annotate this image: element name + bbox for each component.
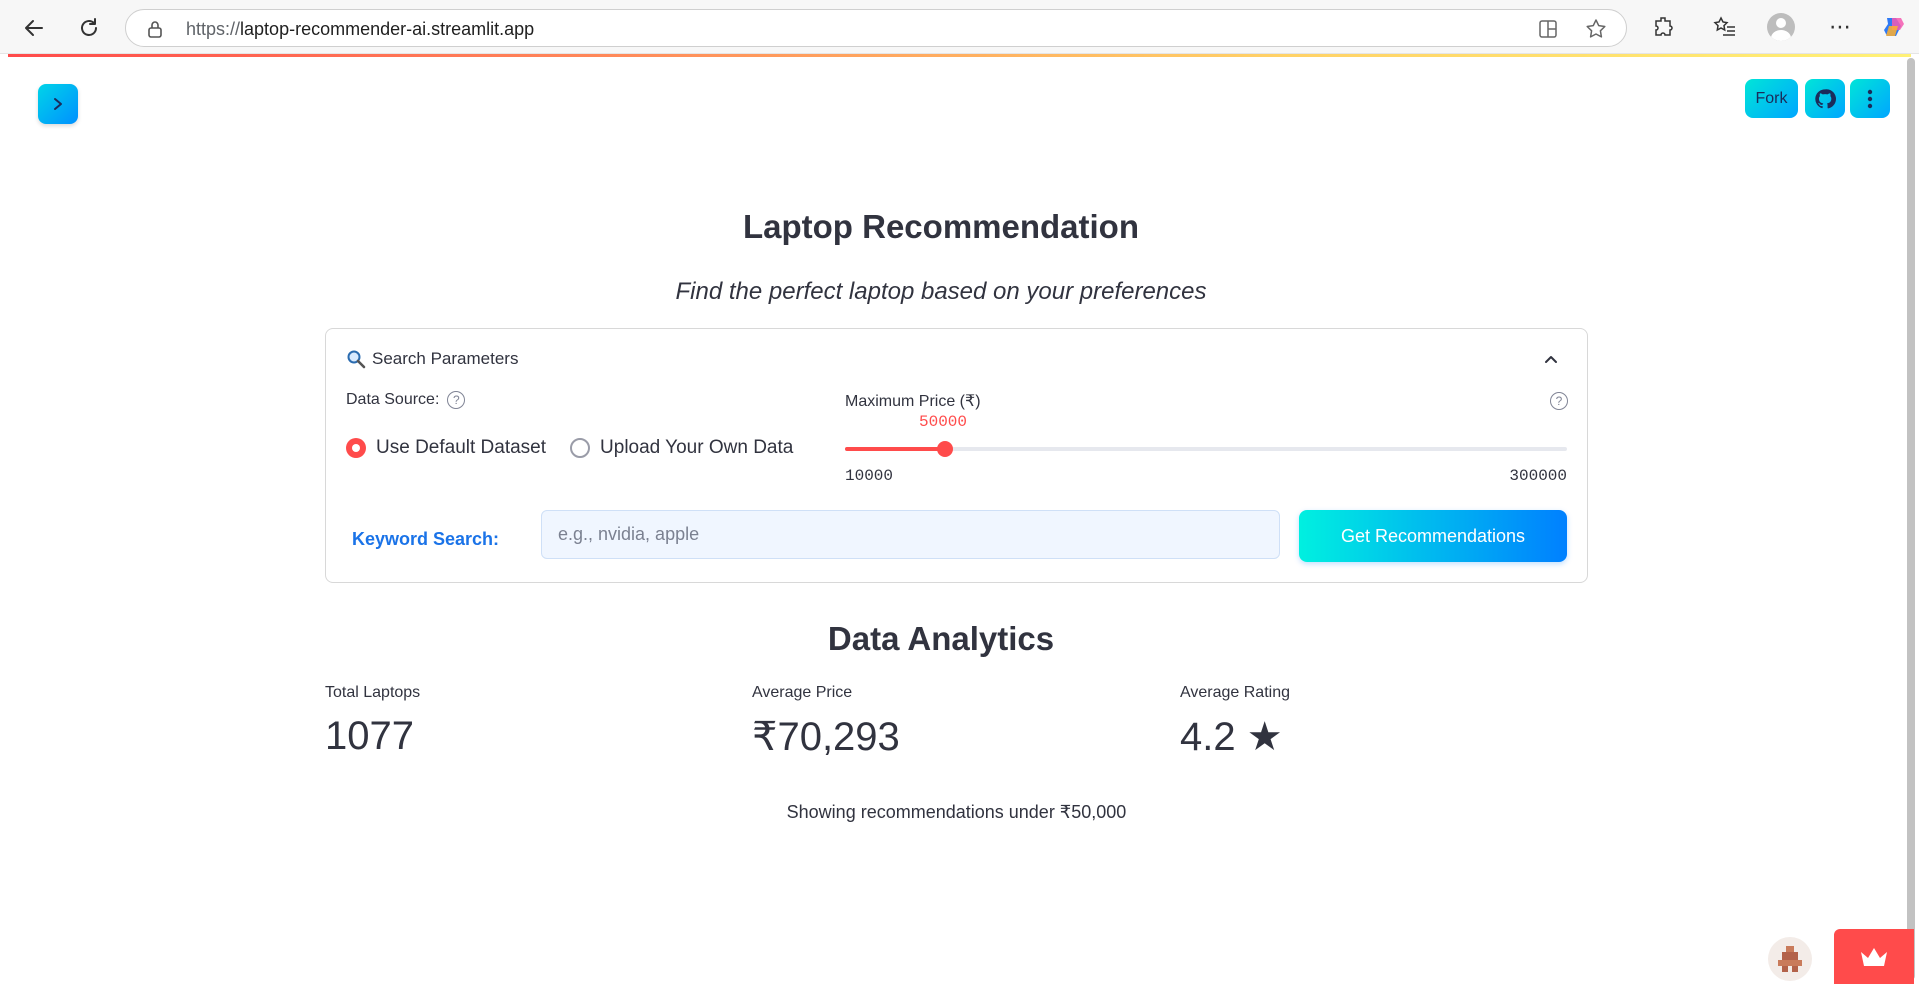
search-parameters-expander: Search Parameters Data Source: ? Use Def… (325, 328, 1588, 583)
metric-label: Average Price (752, 684, 853, 701)
copilot-icon[interactable] (1880, 13, 1908, 41)
creator-avatar[interactable] (1768, 937, 1812, 981)
github-button[interactable] (1805, 79, 1845, 118)
scrollbar-thumb[interactable] (1907, 58, 1915, 980)
fork-button[interactable]: Fork (1745, 79, 1798, 118)
metric-label: Total Laptops (325, 684, 421, 701)
split-screen-icon[interactable] (1536, 17, 1560, 41)
price-slider-track[interactable] (845, 441, 1567, 457)
data-analytics-title: Data Analytics (827, 620, 1055, 657)
price-slider-thumb[interactable] (936, 441, 953, 457)
metric-average-price: Average Price ₹70,293 (752, 684, 900, 760)
radio-default-dataset[interactable]: Use Default Dataset (346, 437, 546, 459)
refresh-icon[interactable] (72, 11, 106, 45)
metric-value: 4.2 ★ (1180, 715, 1283, 759)
streamlit-badge[interactable] (1834, 929, 1914, 984)
crown-icon (1861, 947, 1887, 966)
data-source-label: Data Source: ? (346, 391, 466, 409)
keyword-search-label: Keyword Search: (352, 529, 500, 549)
radio-upload-data[interactable]: Upload Your Own Data (570, 437, 793, 459)
streamlit-decoration-bar (8, 54, 1911, 57)
chevron-right-icon (54, 98, 62, 110)
price-slider-fill (845, 447, 945, 451)
browser-toolbar: https://laptop-recommender-ai.streamlit.… (0, 0, 1919, 54)
data-source-radio-group: Use Default Dataset Upload Your Own Data (346, 437, 793, 459)
github-icon (1815, 88, 1836, 108)
profile-avatar-icon[interactable] (1767, 13, 1795, 41)
favorite-star-icon[interactable] (1584, 17, 1608, 41)
slider-current-value: 50000 (919, 413, 968, 431)
radio-checked-icon[interactable] (346, 438, 366, 458)
metric-average-rating: Average Rating 4.2 ★ (1180, 684, 1290, 760)
max-price-label: Maximum Price (₹) (845, 393, 981, 410)
more-horizontal-icon[interactable]: ⋯ (1826, 13, 1854, 41)
page-title: Laptop Recommendation (742, 208, 1140, 245)
slider-max: 300000 (1509, 467, 1567, 485)
recommendations-caption: Showing recommendations under ₹50,000 (786, 802, 1127, 822)
vertical-dots-icon (1867, 89, 1873, 108)
favorites-list-icon[interactable] (1711, 13, 1739, 41)
question-circle-icon[interactable]: ? (447, 391, 466, 409)
expander-header[interactable]: Search Parameters (346, 349, 518, 369)
magnifier-icon (347, 350, 366, 369)
metric-value: 1077 (325, 714, 414, 758)
metric-total-laptops: Total Laptops 1077 (325, 684, 420, 759)
back-arrow-icon[interactable] (17, 11, 51, 45)
metric-label: Average Rating (1180, 684, 1290, 701)
slider-min: 10000 (845, 467, 894, 485)
pixel-avatar-icon (1778, 946, 1802, 972)
metric-value: ₹70,293 (752, 715, 900, 759)
expander-title: Search Parameters (372, 349, 519, 368)
lock-icon[interactable] (146, 20, 164, 38)
chevron-up-icon[interactable] (1543, 351, 1559, 367)
sidebar-expand-button[interactable] (38, 84, 78, 124)
address-bar[interactable]: https://laptop-recommender-ai.streamlit.… (125, 9, 1627, 47)
radio-unchecked-icon[interactable] (570, 438, 591, 458)
get-recommendations-button[interactable]: Get Recommendations (1299, 510, 1567, 562)
url-text[interactable]: https://laptop-recommender-ai.streamlit.… (186, 19, 534, 40)
keyword-search-input[interactable] (541, 510, 1280, 559)
page-subtitle: Find the perfect laptop based on your pr… (675, 278, 1207, 305)
app-menu-button[interactable] (1850, 79, 1890, 118)
question-circle-icon[interactable]: ? (1550, 392, 1568, 410)
extensions-icon[interactable] (1650, 13, 1678, 41)
